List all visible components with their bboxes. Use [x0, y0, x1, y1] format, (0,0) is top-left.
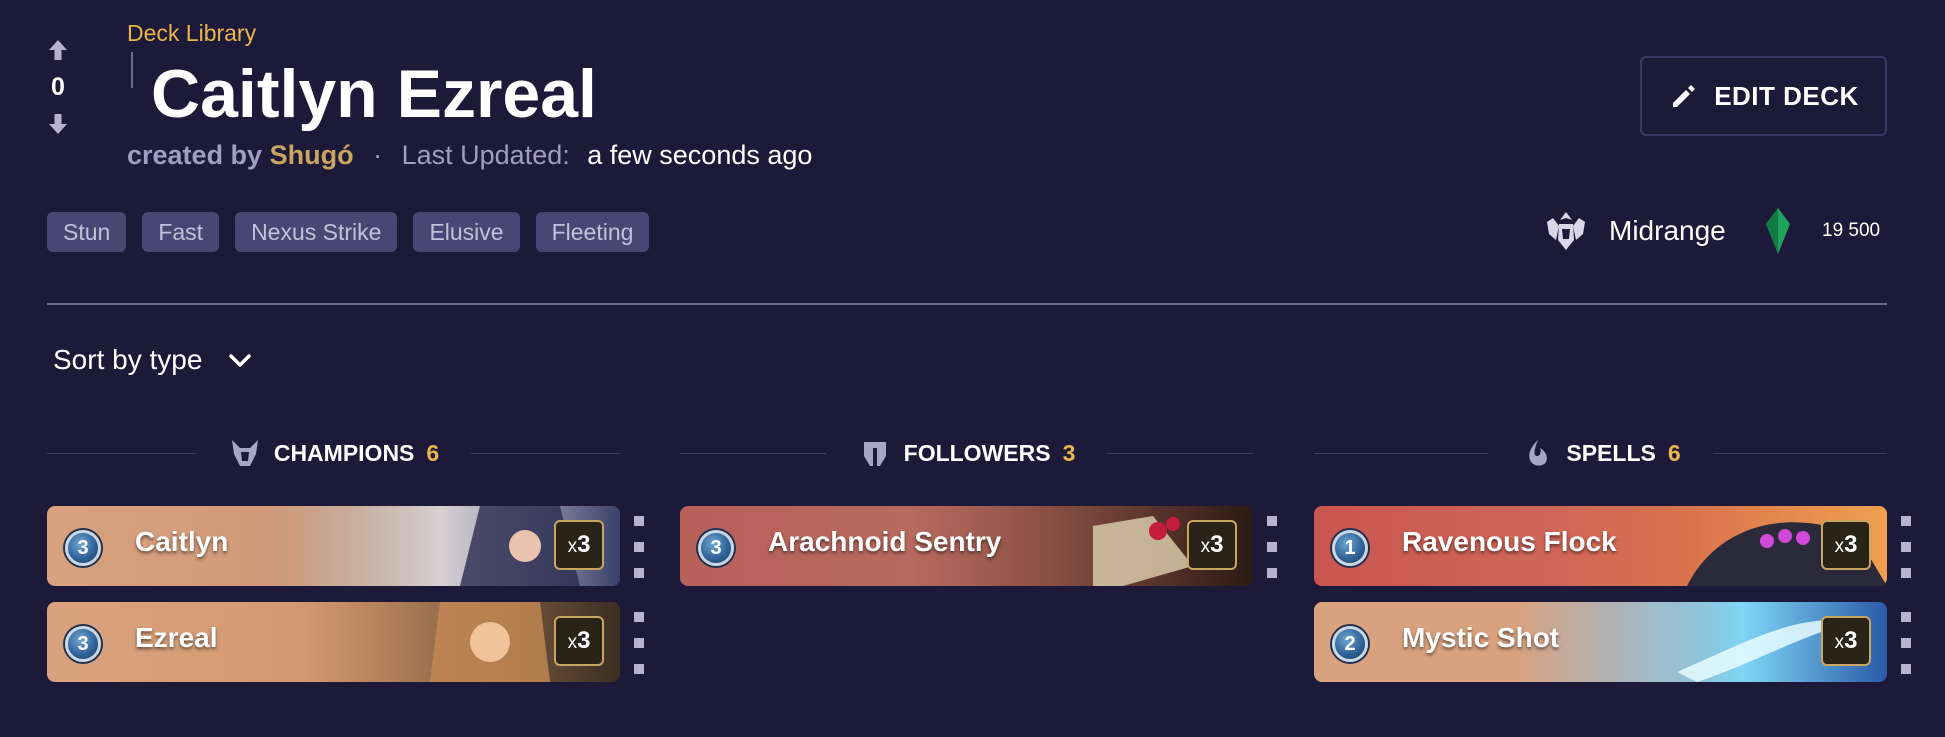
card-caitlyn[interactable]: 3 Caitlyn x3 [47, 506, 620, 586]
quantity-value: 3 [577, 627, 591, 654]
header-rule [1314, 452, 1489, 454]
card-quantity: x3 [554, 616, 604, 666]
page-title: Caitlyn Ezreal [151, 56, 597, 132]
quantity-value: 3 [1210, 531, 1224, 558]
tag-nexus-strike[interactable]: Nexus Strike [235, 212, 398, 252]
edit-deck-label: EDIT DECK [1714, 80, 1859, 111]
breadcrumb-deck-library[interactable]: Deck Library [127, 20, 256, 47]
pencil-icon [1673, 85, 1696, 107]
archetype-crest-icon [1547, 212, 1585, 250]
card-ezreal[interactable]: 3 Ezreal x3 [47, 602, 620, 682]
header-rule [47, 452, 196, 454]
column-header-champions: CHAMPIONS 6 [47, 432, 621, 474]
column-spells: SPELLS 6 1 Ravenous Flock x3 2 Mystic Sh… [1314, 432, 1911, 682]
card-name: Ravenous Flock [1402, 526, 1617, 557]
downvote-arrow-icon[interactable] [44, 110, 72, 138]
card-name: Arachnoid Sentry [768, 526, 1002, 557]
shard-cost: 19 500 [1762, 206, 1880, 256]
quantity-value: 3 [577, 531, 591, 558]
tag-fleeting[interactable]: Fleeting [535, 212, 650, 252]
quantity-prefix: x [1200, 536, 1211, 557]
card-ravenous-flock[interactable]: 1 Ravenous Flock x3 [1314, 506, 1887, 586]
quantity-value: 3 [1844, 627, 1858, 654]
keyword-tags: Stun Fast Nexus Strike Elusive Fleeting [47, 212, 650, 252]
last-updated-value: a few seconds ago [587, 140, 813, 170]
card-quantity: x3 [1821, 616, 1871, 666]
header-rule [471, 452, 621, 454]
last-updated-label: Last Updated: [401, 140, 570, 170]
archetype-label: Midrange [1609, 215, 1726, 246]
card-name: Caitlyn [135, 526, 229, 557]
tag-fast[interactable]: Fast [142, 212, 220, 252]
column-header-spells: SPELLS 6 [1314, 432, 1888, 474]
vote-widget: 0 [44, 36, 72, 138]
column-name: CHAMPIONS [273, 439, 415, 466]
column-count: 6 [426, 439, 440, 466]
drag-handle[interactable] [1901, 612, 1911, 674]
sort-dropdown[interactable]: Sort by type [53, 344, 254, 376]
quantity-prefix: x [1834, 536, 1845, 557]
drag-handle[interactable] [634, 612, 644, 674]
column-count: 3 [1062, 439, 1076, 466]
card-row: 3 Ezreal x3 [47, 602, 644, 682]
column-header-followers: FOLLOWERS 3 [680, 432, 1254, 474]
archetype: Midrange [1541, 206, 1726, 256]
card-name: Mystic Shot [1402, 622, 1560, 653]
sort-label: Sort by type [53, 344, 203, 375]
mana-cost-badge: 3 [698, 530, 734, 566]
quantity-value: 3 [1844, 531, 1858, 558]
card-mystic-shot[interactable]: 2 Mystic Shot x3 [1314, 602, 1887, 682]
title-accent-bar [131, 52, 133, 88]
column-followers: FOLLOWERS 3 3 Arachnoid Sentry x3 [680, 432, 1277, 586]
card-quantity: x3 [554, 520, 604, 570]
drag-handle[interactable] [1267, 516, 1277, 578]
column-name: FOLLOWERS [903, 439, 1051, 466]
tag-stun[interactable]: Stun [47, 212, 127, 252]
follower-icon [863, 442, 886, 466]
mana-cost-badge: 3 [65, 626, 101, 662]
header-rule [680, 452, 826, 454]
mana-cost-badge: 2 [1332, 626, 1368, 662]
column-name: SPELLS [1566, 439, 1656, 466]
author-link[interactable]: Shugó [270, 140, 354, 170]
card-row: 3 Caitlyn x3 [47, 506, 644, 586]
card-name: Ezreal [135, 622, 218, 653]
shard-crystal-icon [1766, 208, 1790, 254]
champion-icon [231, 440, 258, 466]
quantity-prefix: x [567, 632, 578, 653]
mana-cost-badge: 3 [65, 530, 101, 566]
header-rule [1107, 452, 1254, 454]
meta-separator: · [373, 140, 383, 170]
upvote-arrow-icon[interactable] [44, 36, 72, 64]
drag-handle[interactable] [634, 516, 644, 578]
chevron-down-icon [229, 354, 252, 367]
header-rule [1712, 452, 1888, 454]
spell-icon [1529, 440, 1548, 466]
shard-cost-value: 19 500 [1822, 220, 1881, 241]
deck-meta: created by Shugó · Last Updated: a few s… [127, 140, 812, 171]
quantity-prefix: x [567, 536, 578, 557]
deck-page: 0 Deck Library Caitlyn Ezreal created by… [0, 0, 1945, 737]
card-quantity: x3 [1821, 520, 1871, 570]
edit-deck-button[interactable]: EDIT DECK [1640, 56, 1887, 136]
mana-cost-badge: 1 [1332, 530, 1368, 566]
tag-elusive[interactable]: Elusive [413, 212, 520, 252]
vote-count: 0 [51, 73, 65, 101]
card-row: 3 Arachnoid Sentry x3 [680, 506, 1277, 586]
section-divider [47, 303, 1887, 305]
quantity-prefix: x [1834, 632, 1845, 653]
card-arachnoid-sentry[interactable]: 3 Arachnoid Sentry x3 [680, 506, 1253, 586]
card-quantity: x3 [1187, 520, 1237, 570]
card-row: 2 Mystic Shot x3 [1314, 602, 1911, 682]
card-row: 1 Ravenous Flock x3 [1314, 506, 1911, 586]
column-champions: CHAMPIONS 6 3 Caitlyn x3 3 Ezreal x3 [47, 432, 644, 682]
created-by-label: created by [127, 140, 263, 170]
drag-handle[interactable] [1901, 516, 1911, 578]
column-count: 6 [1667, 439, 1681, 466]
